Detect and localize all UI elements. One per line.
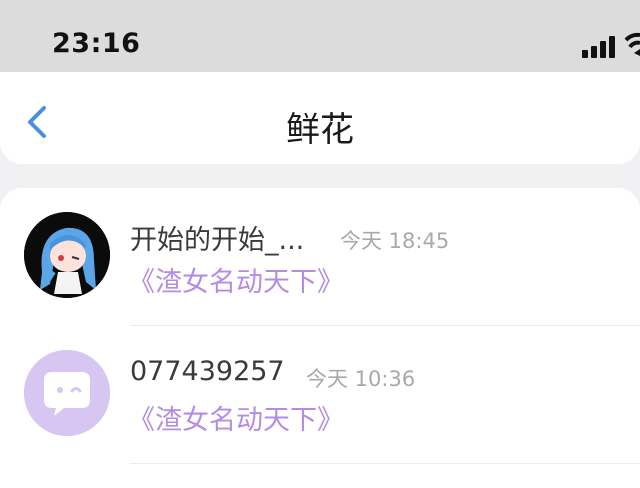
avatar[interactable] — [24, 212, 110, 298]
message-timestamp: 今天 10:36 — [306, 367, 416, 391]
divider — [130, 463, 640, 464]
anime-avatar-icon — [24, 212, 110, 298]
avatar[interactable] — [24, 350, 110, 436]
cellular-signal-icon — [582, 36, 615, 58]
conversation-row[interactable]: 开始的开始_... 今天 18:45 《渣女名动天下》 — [0, 188, 640, 326]
page-title: 鲜花 — [286, 110, 354, 150]
conversation-list: 开始的开始_... 今天 18:45 《渣女名动天下》 077439257 今天… — [0, 188, 640, 488]
message-preview: 《渣女名动天下》 — [128, 267, 344, 298]
contact-name: 开始的开始_... — [130, 225, 305, 256]
message-preview: 《渣女名动天下》 — [128, 405, 344, 436]
status-bar: 23:16 — [0, 0, 640, 72]
wifi-icon — [624, 32, 640, 56]
navigation-bar: 鲜花 — [0, 72, 640, 164]
contact-name: 077439257 — [130, 356, 285, 387]
conversation-row[interactable]: 077439257 今天 10:36 《渣女名动天下》 — [0, 326, 640, 464]
message-timestamp: 今天 18:45 — [340, 229, 450, 253]
status-time: 23:16 — [52, 28, 141, 59]
chat-bubble-icon — [24, 350, 110, 436]
